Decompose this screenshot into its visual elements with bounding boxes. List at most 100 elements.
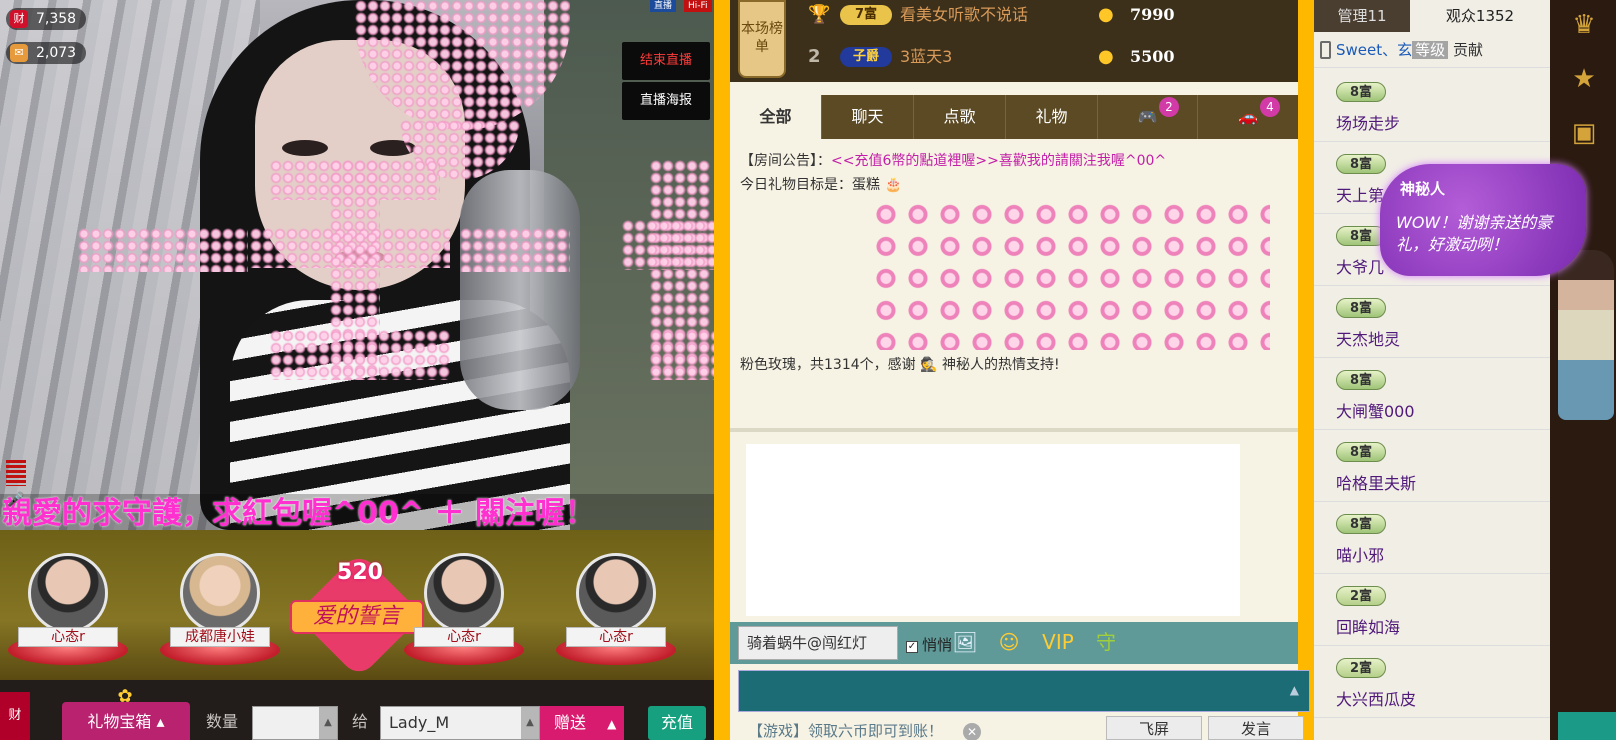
rose-glyph-effect <box>270 330 450 380</box>
fly-screen-button[interactable]: 飞屏 <box>1106 716 1202 740</box>
tab-gift[interactable]: 礼物 <box>1006 95 1098 139</box>
tab-admin[interactable]: 管理11 <box>1314 0 1410 32</box>
tab-song[interactable]: 点歌 <box>914 95 1006 139</box>
list-item[interactable]: 2富 回眸如海 <box>1314 574 1550 646</box>
wealth-badge: 8富 <box>1336 154 1386 174</box>
live-video[interactable]: 财 7,358 ✉ 2,073 直播 Hi-Fi 结束直播 直播海报 親愛的求守… <box>0 0 714 530</box>
avatar[interactable] <box>28 553 108 633</box>
send-gift-button[interactable]: 赠送 ▲ <box>540 706 624 740</box>
wealth-stat: 财 7,358 <box>6 8 87 30</box>
send-message-button[interactable]: 发言 <box>1208 716 1304 740</box>
coin-icon: ● <box>1098 46 1114 67</box>
guard-slot[interactable]: 心态r <box>552 553 680 673</box>
thanks-user[interactable]: 神秘人 <box>942 357 984 373</box>
avatar[interactable] <box>180 553 260 633</box>
chat-target-select[interactable]: 骑着蜗牛@闯红灯 <box>738 626 898 660</box>
gift-icon: ✉ <box>10 44 28 62</box>
chat-splitter[interactable] <box>730 428 1298 432</box>
close-icon[interactable]: ✕ <box>963 723 982 740</box>
rank-name: 3蓝天3 <box>900 47 953 66</box>
gift-box-button[interactable]: ✿ 礼物宝箱 ▴ <box>62 688 190 740</box>
volume-meter[interactable] <box>6 460 26 486</box>
wealth-badge: 8富 <box>1336 298 1386 318</box>
rank-board-tag[interactable]: 本场榜单 <box>738 0 786 78</box>
recharge-button[interactable]: 充值 <box>648 706 706 740</box>
rank-row[interactable]: 🏆 7富 看美女听歌不说话 ● 7990 <box>808 2 1288 38</box>
image-icon[interactable]: 🖼 <box>950 628 980 656</box>
wealth-badge: 8富 <box>1336 226 1386 246</box>
list-item[interactable]: 8富 场场走步 <box>1314 70 1550 142</box>
message-panel <box>746 444 1240 616</box>
header-level[interactable]: 等级 <box>1412 41 1449 59</box>
crown-icon[interactable]: ♛ <box>1564 10 1604 46</box>
end-live-button[interactable]: 结束直播 <box>622 42 710 80</box>
wealth-badge: 8富 <box>1336 514 1386 534</box>
whisper-toggle[interactable]: ✓ 悄悄 <box>906 634 952 655</box>
game-notice: 【游戏】领取六币即可到账！ ✕ <box>748 720 982 740</box>
car-icon: 🚗 <box>1238 107 1258 126</box>
list-item[interactable]: 8富喵小邪 <box>1314 502 1550 574</box>
list-item[interactable]: 2富 大兴西瓜皮 <box>1314 646 1550 718</box>
guard-icon[interactable]: 守 <box>1088 628 1124 656</box>
tab-chat[interactable]: 聊天 <box>822 95 914 139</box>
tab-count: 4 <box>1260 97 1280 117</box>
emoji-icon[interactable]: ☺ <box>994 628 1024 656</box>
recipient-dropdown-icon[interactable]: ▲ <box>521 707 539 739</box>
quantity-dropdown-icon[interactable]: ▲ <box>319 707 337 739</box>
tab-audience[interactable]: 观众1352 <box>1410 0 1550 32</box>
list-item[interactable]: 8富 天杰地灵 <box>1314 286 1550 358</box>
whisper-label: 悄悄 <box>922 636 953 654</box>
gift-box-label: 礼物宝箱 <box>87 712 152 731</box>
input-history-icon[interactable]: ▲ <box>1290 683 1299 697</box>
vip-icon[interactable]: VIP <box>1040 628 1076 656</box>
avatar[interactable] <box>424 553 504 633</box>
rose-glyph-effect <box>78 228 248 272</box>
star-icon[interactable]: ★ <box>1564 64 1604 100</box>
coin-icon: ● <box>1098 4 1114 25</box>
whisper-checkbox[interactable]: ✓ <box>906 641 918 653</box>
gamepad-icon: 🎮 <box>1137 107 1158 126</box>
header-user: Sweet、玄 <box>1336 41 1413 59</box>
microphone <box>460 170 580 410</box>
recipient-value: Lady_M <box>389 713 450 732</box>
recipient-select[interactable]: Lady_M ▲ <box>380 706 540 740</box>
list-item[interactable]: 8富 大闸蟹000 <box>1314 358 1550 430</box>
audience-header: Sweet、玄 等级 贡献 <box>1314 32 1550 68</box>
tab-all[interactable]: 全部 <box>730 95 822 139</box>
wealth-badge: 8富 <box>1336 442 1386 462</box>
gift-box-icon[interactable]: ▣ <box>1564 118 1604 154</box>
notice-link[interactable]: <<充值6幣的點道裡喔>> <box>831 153 999 169</box>
list-item[interactable]: 8富 哈格里夫斯 <box>1314 430 1550 502</box>
quantity-input[interactable]: ▲ <box>252 706 338 740</box>
send-dropdown-icon: ▲ <box>607 717 617 731</box>
gift-bar: 财 ✿ 礼物宝箱 ▴ 数量 ▲ 给 Lady_M ▲ 赠送 ▲ 充值 <box>0 680 714 740</box>
microphone-icon[interactable]: 🎤 <box>6 492 26 514</box>
tab-car[interactable]: 🚗 4 <box>1198 95 1298 139</box>
rank-board: 本场榜单 🏆 7富 看美女听歌不说话 ● 7990 2 子爵 3蓝天3 ● 55… <box>730 0 1298 82</box>
thanks-text: 粉色玫瑰，共1314个，感谢 <box>740 357 916 373</box>
room-notice: 【房间公告】：<<充值6幣的點道裡喔>>喜歡我的請關注我喔^00^ <box>740 150 1280 172</box>
tab-game[interactable]: 🎮 2 <box>1098 95 1198 139</box>
guard-slot[interactable]: 心态r <box>4 553 132 673</box>
send-gift-label: 赠送 <box>554 713 587 732</box>
spy-icon: 🕵 <box>920 357 938 373</box>
game-notice-text[interactable]: 【游戏】领取六币即可到账！ <box>748 722 943 740</box>
user-name: 大兴西瓜皮 <box>1336 690 1417 709</box>
guard-name: 成都唐小娃 <box>170 627 270 647</box>
guard-slot[interactable]: 成都唐小娃 <box>156 553 284 673</box>
side-bottom-button[interactable] <box>1558 712 1616 740</box>
wealth-value: 7,358 <box>36 11 77 27</box>
wealth-tab[interactable]: 财 <box>0 692 30 740</box>
rank-badge: 子爵 <box>840 47 892 67</box>
streamer-eye <box>282 140 328 156</box>
live-poster-button[interactable]: 直播海报 <box>622 82 710 120</box>
chat-input[interactable]: ▲ <box>738 670 1310 712</box>
header-contrib[interactable]: 贡献 <box>1453 41 1483 59</box>
user-name: 喵小邪 <box>1336 546 1385 565</box>
rank-name: 看美女听歌不说话 <box>900 5 1029 24</box>
audience-tabs: 管理11 观众1352 <box>1314 0 1550 32</box>
avatar[interactable] <box>576 553 656 633</box>
rank-row[interactable]: 2 子爵 3蓝天3 ● 5500 <box>808 44 1288 80</box>
chat-log: 【房间公告】：<<充值6幣的點道裡喔>>喜歡我的請關注我喔^00^ 今日礼物目标… <box>740 150 1280 420</box>
guard-slot[interactable]: 心态r <box>400 553 528 673</box>
